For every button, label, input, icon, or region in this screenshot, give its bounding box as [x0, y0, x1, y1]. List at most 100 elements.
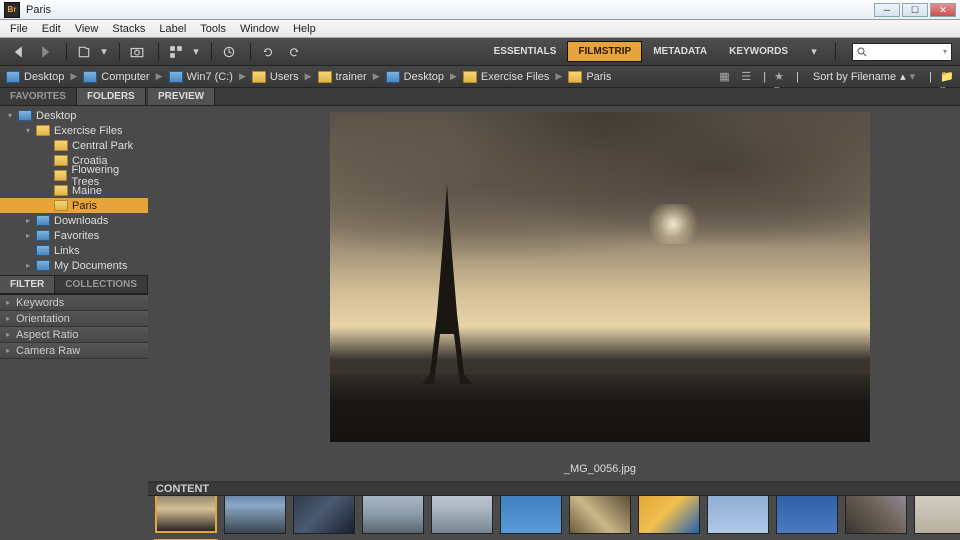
tree-item-exercise-files[interactable]: ▾Exercise Files [0, 123, 148, 138]
tree-item-paris[interactable]: Paris [0, 198, 148, 213]
disclosure-icon[interactable]: ▾ [8, 111, 18, 120]
workspace-tab-metadata[interactable]: METADATA [642, 41, 718, 62]
folder-icon [36, 230, 50, 241]
menu-tools[interactable]: Tools [194, 21, 232, 37]
filter-aspect-ratio[interactable]: ▸Aspect Ratio [0, 327, 148, 343]
disclosure-icon[interactable]: ▾ [26, 126, 36, 135]
workspace-tab-filmstrip[interactable]: FILMSTRIP [567, 41, 642, 62]
thumbnail-image [776, 496, 838, 534]
thumb-view-icon[interactable]: ☰ [741, 70, 755, 84]
menu-help[interactable]: Help [287, 21, 322, 37]
tree-item-desktop[interactable]: ▾Desktop [0, 108, 148, 123]
folder-icon [18, 110, 32, 121]
thumbnail[interactable]: _MG_0258.jpg [292, 496, 356, 540]
tree-item-flowering-trees[interactable]: Flowering Trees [0, 168, 148, 183]
preview-area: · · · · · _MG_0056.jpg [148, 106, 960, 481]
disclosure-icon[interactable]: ▸ [26, 231, 36, 240]
rotate-cw-button[interactable] [283, 42, 305, 62]
folder-icon [54, 140, 68, 151]
forward-button[interactable] [34, 42, 56, 62]
tab-filter[interactable]: FILTER [0, 276, 55, 293]
thumbnail-image [293, 496, 355, 534]
thumbnail[interactable]: _MG_9024.jpg [913, 496, 960, 540]
disclosure-icon[interactable]: ▸ [26, 261, 36, 270]
breadcrumb[interactable]: trainer [318, 71, 367, 83]
thumbnail-image [845, 496, 907, 534]
tab-collections[interactable]: COLLECTIONS [55, 276, 148, 293]
tree-item-my-documents[interactable]: ▸My Documents [0, 258, 148, 273]
star-filter-icon[interactable]: ★ ▾ [774, 70, 788, 84]
tree-item-downloads[interactable]: ▸Downloads [0, 213, 148, 228]
filter-orientation[interactable]: ▸Orientation [0, 311, 148, 327]
breadcrumb[interactable]: Users [252, 71, 299, 83]
open-button[interactable] [218, 42, 240, 62]
filter-keywords[interactable]: ▸Keywords [0, 295, 148, 311]
thumbnail[interactable]: _MG_1003.jpg [568, 496, 632, 540]
breadcrumb[interactable]: Computer [83, 71, 149, 83]
minimize-button[interactable]: ─ [874, 3, 900, 17]
breadcrumb[interactable]: Exercise Files [463, 71, 549, 83]
thumbnail[interactable]: _MG_0943.jpg [499, 496, 563, 540]
folder-icon [318, 71, 332, 83]
reveal-button[interactable] [73, 42, 95, 62]
folder-icon [386, 71, 400, 83]
menu-label[interactable]: Label [153, 21, 192, 37]
workspace-tab-essentials[interactable]: ESSENTIALS [483, 41, 568, 62]
thumbnail-image [914, 496, 960, 534]
rotate-ccw-button[interactable] [257, 42, 279, 62]
refine-button[interactable] [165, 42, 187, 62]
pagination-dots: · · · · · [575, 446, 624, 455]
thumbnail-image [155, 496, 217, 533]
grid-view-icon[interactable]: ▦ [719, 70, 733, 84]
menu-view[interactable]: View [69, 21, 105, 37]
thumbnail-image [638, 496, 700, 534]
breadcrumb[interactable]: Win7 (C:) [169, 71, 233, 83]
close-button[interactable]: ✕ [930, 3, 956, 17]
camera-button[interactable] [126, 42, 148, 62]
preview-image[interactable] [330, 112, 870, 442]
filter-camera-raw[interactable]: ▸Camera Raw [0, 343, 148, 359]
maximize-button[interactable]: ☐ [902, 3, 928, 17]
back-button[interactable] [8, 42, 30, 62]
toolbar: ▾ ▾ ESSENTIALSFILMSTRIPMETADATAKEYWORDS … [0, 38, 960, 66]
tree-item-links[interactable]: Links [0, 243, 148, 258]
thumbnail[interactable]: _MG_0056.jpg [154, 496, 218, 540]
disclosure-icon[interactable]: ▸ [26, 216, 36, 225]
thumbnail[interactable]: _MG_0602.jpg [430, 496, 494, 540]
tab-folders[interactable]: FOLDERS [77, 88, 146, 105]
tree-item-central-park[interactable]: Central Park [0, 138, 148, 153]
folder-icon [36, 125, 50, 136]
tab-favorites[interactable]: FAVORITES [0, 88, 77, 105]
new-folder-icon[interactable]: 📁▾ [940, 70, 954, 84]
thumbnail-image [500, 496, 562, 534]
search-input[interactable]: ▾ [852, 43, 952, 61]
chevron-right-icon: ▶ [450, 71, 457, 82]
workspace-tab-keywords[interactable]: KEYWORDS [718, 41, 799, 62]
menu-stacks[interactable]: Stacks [106, 21, 151, 37]
thumbnail[interactable]: _MG_1532.jpg [844, 496, 908, 540]
menu-window[interactable]: Window [234, 21, 285, 37]
breadcrumb[interactable]: Desktop [386, 71, 444, 83]
sort-button[interactable]: Sort by Filename▴▾ [807, 68, 921, 85]
thumbnail[interactable]: _MG_0384.jpg [361, 496, 425, 540]
tree-item-favorites[interactable]: ▸Favorites [0, 228, 148, 243]
folder-tree: ▾Desktop▾Exercise FilesCentral ParkCroat… [0, 106, 148, 276]
content-panel-header: CONTENT [148, 483, 960, 496]
thumbnail[interactable]: _MG_1395.jpg [775, 496, 839, 540]
breadcrumb[interactable]: Desktop [6, 71, 64, 83]
menu-edit[interactable]: Edit [36, 21, 67, 37]
workspace-dropdown[interactable]: ▾ [803, 42, 825, 62]
thumbnail[interactable]: _MG_1129.jpg [637, 496, 701, 540]
folder-icon [463, 71, 477, 83]
tab-preview[interactable]: PREVIEW [148, 88, 215, 105]
thumbnail[interactable]: _MG_0064.jpg [223, 496, 287, 540]
reveal-dropdown[interactable]: ▾ [99, 42, 109, 62]
breadcrumb[interactable]: Paris [568, 71, 611, 83]
thumbnail[interactable]: _MG_1358.jpg [706, 496, 770, 540]
folder-icon [54, 185, 68, 196]
chevron-right-icon: ▶ [70, 71, 77, 82]
chevron-right-icon: ▶ [373, 71, 380, 82]
menu-file[interactable]: File [4, 21, 34, 37]
refine-dropdown[interactable]: ▾ [191, 42, 201, 62]
app-logo: Br [4, 2, 20, 18]
